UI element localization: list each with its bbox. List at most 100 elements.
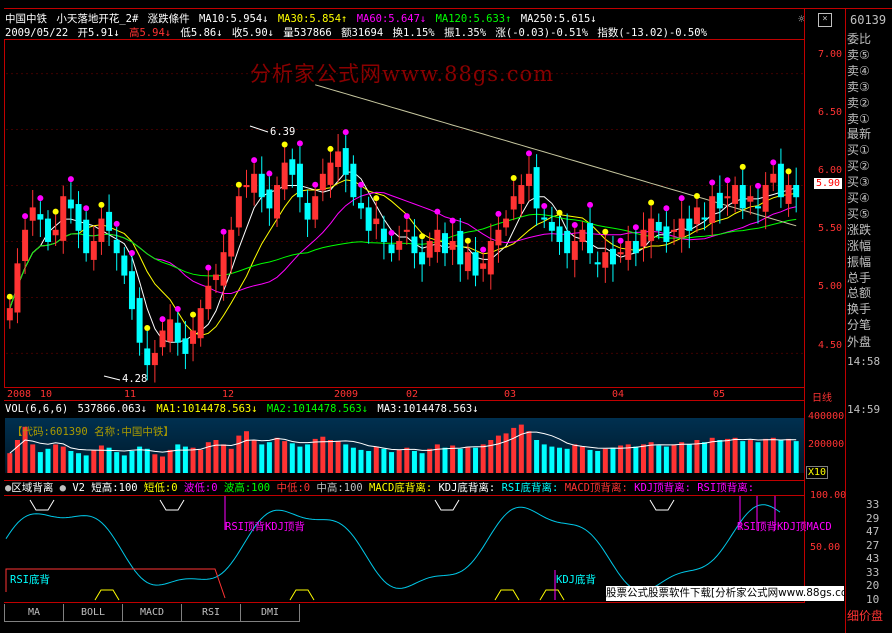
volume-bar xyxy=(282,441,288,473)
candle-body xyxy=(190,330,197,344)
indicator-name-label[interactable]: 区域背离 xyxy=(11,482,53,494)
volume-bar xyxy=(274,437,280,473)
signal-dot xyxy=(159,316,166,323)
candle-body xyxy=(212,274,219,281)
candle-body xyxy=(281,162,288,190)
candle-body xyxy=(90,240,97,260)
volume-bar xyxy=(610,447,616,473)
vol-value: 537866.063↓ xyxy=(77,403,148,415)
sidebar-detail[interactable]: 细价盘 xyxy=(847,607,883,624)
price-tick-5-5: 5.50 xyxy=(818,223,843,234)
volume-bar xyxy=(518,424,524,473)
candle-body xyxy=(235,196,242,228)
vol-label[interactable]: VOL(6,6,6) xyxy=(5,403,68,415)
sidebar-trade-number: 27 xyxy=(866,538,880,552)
sidebar-trade-number: 43 xyxy=(866,552,880,565)
volume-bar xyxy=(144,448,150,473)
candle-body xyxy=(312,196,319,220)
sidebar-row: 涨跌 xyxy=(847,222,872,236)
volume-bar xyxy=(335,441,341,473)
volume-bar xyxy=(221,444,227,473)
top-marker xyxy=(29,499,55,511)
sidebar-code[interactable]: 60139 xyxy=(850,13,886,27)
volume-bar xyxy=(68,451,74,473)
candle-body xyxy=(159,330,166,348)
candle-body xyxy=(60,196,67,241)
tab-ma[interactable]: MA xyxy=(4,604,64,622)
signal-kdj-top-text: KDJ顶背 xyxy=(264,521,305,533)
annot-high-label: 6.39 xyxy=(270,126,296,138)
sidebar-row: 换手 xyxy=(847,302,872,316)
indicator-item: KDJ底背离: xyxy=(438,482,502,494)
signal-dot xyxy=(373,195,380,202)
signal-dot xyxy=(571,222,578,229)
candle-body xyxy=(525,173,532,187)
annot-low-label: 4.28 xyxy=(122,373,148,385)
indicator-item: MACD底背离: xyxy=(369,482,439,494)
candle-body xyxy=(350,163,357,198)
signal-dot xyxy=(663,205,670,212)
volume-bar xyxy=(793,441,799,473)
volume-bar xyxy=(289,443,295,473)
candle-body xyxy=(487,240,494,275)
signal-rsi-top: RSI顶背KDJ顶背 xyxy=(225,519,305,534)
tab-rsi[interactable]: RSI xyxy=(181,604,241,622)
sidebar-row: 卖③ xyxy=(847,79,870,93)
candle-body xyxy=(640,229,647,247)
date-tick-10: 10 xyxy=(40,389,53,400)
signal-dot xyxy=(235,181,242,188)
vol-ma1: MA1:1014478.563↓ xyxy=(156,403,258,415)
volume-bar xyxy=(106,447,112,473)
date-tick-11: 11 xyxy=(124,389,137,400)
candle-body xyxy=(533,167,540,209)
volume-bar xyxy=(175,444,181,473)
candle-body xyxy=(762,185,769,212)
signal-dot xyxy=(495,210,502,217)
tab-dmi[interactable]: DMI xyxy=(240,604,300,622)
tab-macd[interactable]: MACD xyxy=(122,604,182,622)
volume-bar xyxy=(160,456,166,473)
candle-body xyxy=(403,229,410,232)
annot-low-line xyxy=(103,375,121,381)
volume-bar xyxy=(190,447,196,473)
bottom-marker xyxy=(494,589,520,601)
indicator-item: RSI顶背离: xyxy=(697,482,755,494)
ma-line xyxy=(9,179,797,337)
volume-bar xyxy=(373,446,379,473)
indicator-dot2-icon[interactable]: ● xyxy=(60,482,66,494)
signal-dot xyxy=(632,224,639,231)
signal-dot xyxy=(251,157,258,164)
indicator-item: 中高:100 xyxy=(316,482,370,494)
date-tick-2009: 2009 xyxy=(334,389,359,400)
candle-body xyxy=(793,185,800,198)
ad-banner[interactable]: 股票公式股票软件下载[分析家公式网www.88gs.com] xyxy=(606,586,844,601)
volume-bar xyxy=(297,446,303,473)
tab-boll[interactable]: BOLL xyxy=(63,604,123,622)
bottom-marker xyxy=(289,589,315,601)
ma-line xyxy=(9,213,797,309)
candle-body xyxy=(342,148,349,175)
signal-dot xyxy=(602,228,609,235)
volume-bar xyxy=(694,440,700,473)
ma-line xyxy=(9,171,797,343)
sidebar-time-2: 14:59 xyxy=(847,403,881,416)
vol-tick-400000: 400000 xyxy=(808,411,845,422)
signal-dot xyxy=(281,141,288,148)
signal-dot xyxy=(785,168,792,175)
candlestick-chart[interactable] xyxy=(0,0,892,633)
signal-dot xyxy=(358,181,365,188)
volume-bar xyxy=(419,453,425,473)
candle-body xyxy=(686,218,693,231)
candle-body xyxy=(205,285,212,310)
sidebar-row: 买② xyxy=(847,159,870,173)
candle-body xyxy=(319,173,326,191)
volume-bar xyxy=(427,448,433,473)
candle-body xyxy=(441,233,448,254)
volume-bar xyxy=(473,447,479,473)
indicator-v2: V2 xyxy=(72,482,85,494)
period-daily[interactable]: 日线 xyxy=(812,389,832,404)
volume-bar xyxy=(305,444,311,473)
candle-body xyxy=(693,207,700,225)
candle-body xyxy=(52,229,59,236)
signal-dot xyxy=(648,199,655,206)
